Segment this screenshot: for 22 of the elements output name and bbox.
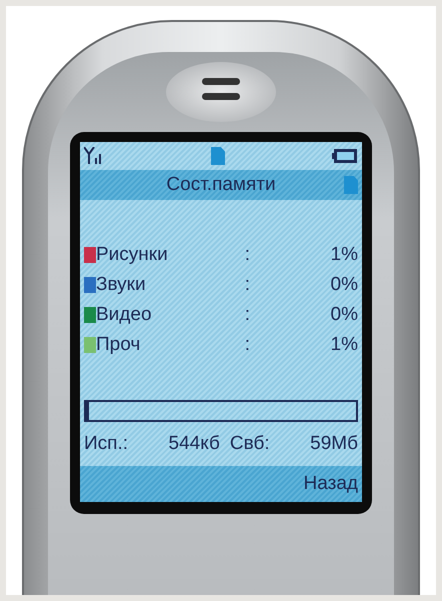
usage-free-label: Свб: [230,432,270,456]
separator: : [244,272,250,297]
usage-used-label: Исп.: [84,432,128,456]
category-label: Видео [96,302,152,327]
separator: : [244,302,250,327]
separator: : [244,242,250,267]
category-percent: 0% [330,302,358,327]
usage-free-value: 59Мб [310,432,358,456]
battery-icon [332,148,358,164]
category-label: Рисунки [96,242,168,267]
back-softkey[interactable]: Назад [304,470,358,498]
memory-card-icon [344,176,358,194]
memory-card-icon [211,147,225,165]
usage-used-value: 544кб [168,432,220,456]
signal-icon [84,147,104,165]
category-label: Проч [96,332,140,357]
separator: : [244,332,250,357]
category-percent: 1% [330,242,358,267]
screen-title: Сост.памяти [166,172,276,197]
category-percent: 0% [330,272,358,297]
category-percent: 1% [330,332,358,357]
category-label: Звуки [96,272,146,297]
